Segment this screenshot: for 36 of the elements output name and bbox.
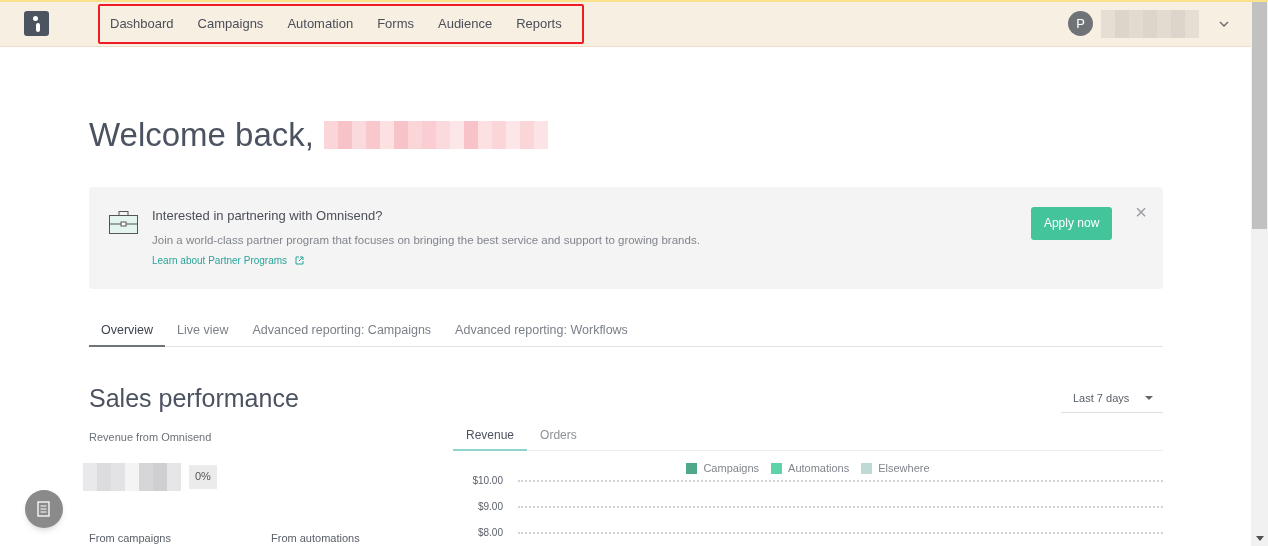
- axis-tick-label: $10.00: [471, 474, 503, 488]
- document-icon: [37, 501, 51, 517]
- chart-tab[interactable]: Revenue: [453, 421, 528, 451]
- nav-link[interactable]: Automation: [287, 13, 354, 34]
- notes-button[interactable]: [25, 490, 63, 528]
- briefcase-icon: [109, 210, 138, 234]
- legend-label: Automations: [788, 461, 850, 476]
- scroll-down-icon[interactable]: [1255, 536, 1264, 541]
- external-link-icon: [295, 255, 305, 265]
- banner-title: Interested in partnering with Omnisend?: [152, 207, 384, 224]
- nav-link[interactable]: Campaigns: [197, 13, 264, 34]
- from-campaigns-label: From campaigns: [89, 530, 172, 546]
- axis-tick-label: $8.00: [476, 526, 503, 540]
- period-dropdown[interactable]: Last 7 days: [1061, 383, 1163, 414]
- nav-link[interactable]: Forms: [377, 13, 414, 34]
- tab[interactable]: Advanced reporting: Campaigns: [240, 315, 444, 347]
- caret-down-icon: [1145, 395, 1153, 400]
- legend-label: Campaigns: [703, 461, 760, 476]
- logo-icon[interactable]: [24, 11, 49, 37]
- section-title: Sales performance: [89, 382, 299, 414]
- axis-tick-label: $9.00: [476, 500, 503, 514]
- nav-link[interactable]: Reports: [516, 13, 562, 34]
- revenue-label: Revenue from Omnisend: [89, 430, 213, 445]
- tab[interactable]: Advanced reporting: Workflows: [443, 315, 640, 347]
- nav-link[interactable]: Dashboard: [110, 13, 174, 34]
- tab[interactable]: Live view: [165, 315, 241, 347]
- nav-link[interactable]: Audience: [438, 13, 493, 34]
- user-avatar[interactable]: P: [1068, 11, 1093, 37]
- welcome-title: Welcome back,: [89, 114, 314, 155]
- legend-label: Elsewhere: [878, 461, 930, 476]
- change-badge: 0%: [189, 464, 217, 489]
- scrollbar[interactable]: [1251, 0, 1268, 546]
- chevron-down-icon[interactable]: [1219, 20, 1229, 27]
- tab[interactable]: Overview: [89, 315, 166, 347]
- banner-text: Join a world-class partner program that focuses on bringing the best service and support to growing brands.: [152, 232, 701, 247]
- from-automations-label: From automations: [271, 530, 360, 546]
